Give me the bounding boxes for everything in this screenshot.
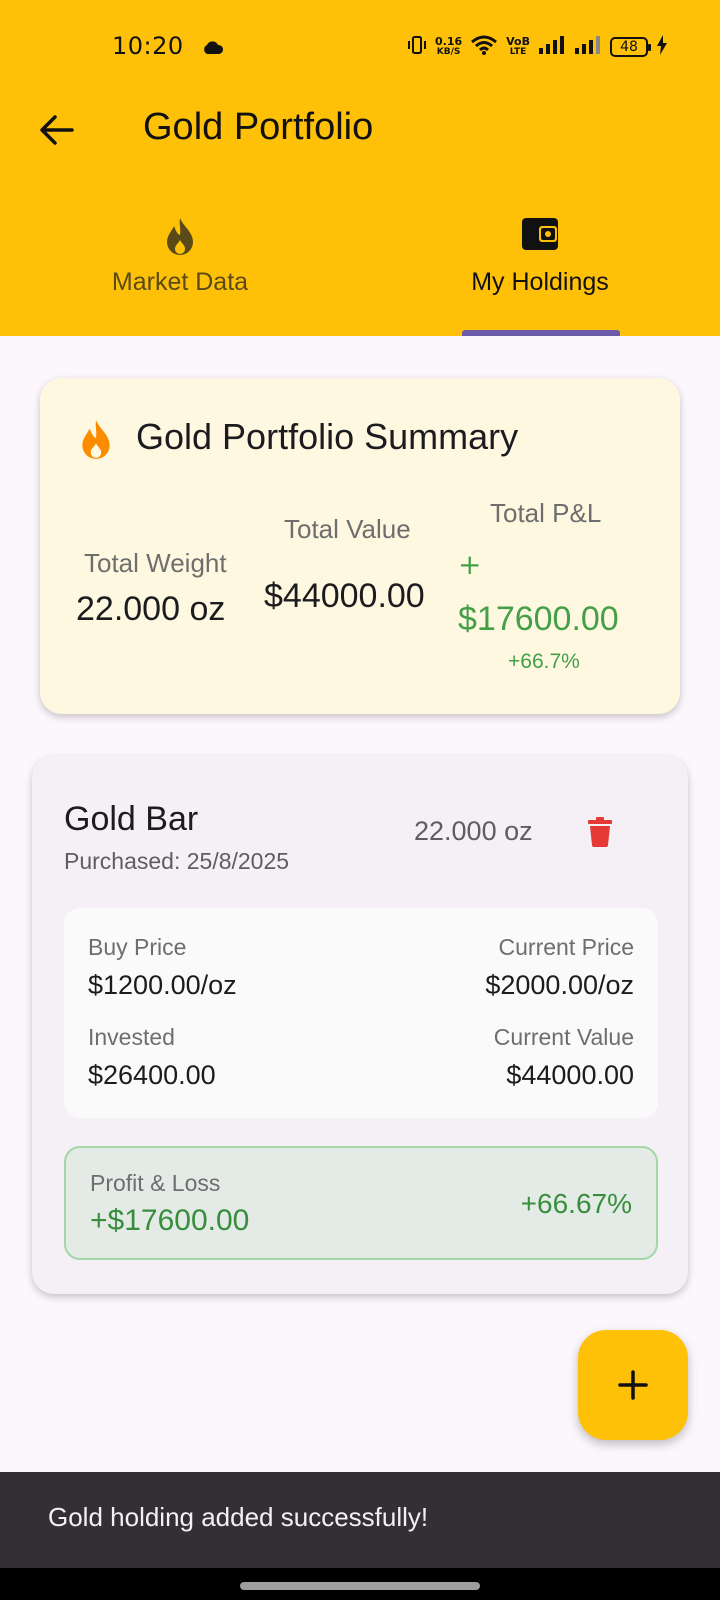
status-time: 10:20 [112, 32, 184, 60]
holding-quantity: 22.000 oz [414, 816, 533, 846]
profit-loss-percent: +66.67% [520, 1188, 632, 1219]
flame-icon [163, 216, 197, 260]
tab-indicator [462, 330, 620, 336]
snackbar: Gold holding added successfully! [0, 1472, 720, 1568]
invested-label: Invested [88, 1024, 175, 1050]
total-pl-percent: +66.7% [508, 650, 580, 673]
network-speed: 0.16 KB/S [435, 36, 462, 58]
total-pl-value: $17600.00 [458, 600, 619, 638]
holding-name: Gold Bar [64, 800, 199, 838]
top-app-bar: 10:20 0.16 KB/S VoB LTE 48 Gold Portfoli… [0, 0, 720, 336]
status-icons: 0.16 KB/S VoB LTE 48 [407, 34, 668, 60]
volte-indicator: VoB LTE [506, 36, 530, 58]
price-details: Buy Price $1200.00/oz Current Price $200… [64, 908, 658, 1118]
add-holding-button[interactable] [578, 1330, 688, 1440]
battery-indicator: 48 [610, 37, 651, 57]
arrow-back-icon [40, 115, 74, 145]
network-speed-unit: KB/S [436, 47, 461, 57]
tab-market-data-label: Market Data [111, 268, 249, 296]
current-price-label: Current Price [498, 934, 634, 960]
cloud-icon [202, 40, 224, 59]
flame-icon [78, 418, 114, 464]
total-pl-label: Total P&L [490, 498, 602, 528]
snackbar-message: Gold holding added successfully! [48, 1502, 429, 1532]
network-speed-value: 0.16 [435, 35, 463, 48]
buy-price-value: $1200.00/oz [88, 970, 237, 1000]
plus-icon [618, 1370, 648, 1400]
back-button[interactable] [30, 104, 82, 156]
summary-title: Gold Portfolio Summary [136, 416, 519, 457]
signal-icon-2 [574, 36, 602, 58]
profit-loss-value: +$17600.00 [90, 1204, 250, 1237]
total-pl-sign: + [458, 548, 482, 581]
holding-purchase-date: Purchased: 25/8/2025 [64, 848, 290, 874]
holding-card[interactable]: Gold Bar Purchased: 25/8/2025 22.000 oz … [32, 756, 688, 1294]
volte-bottom: LTE [509, 47, 527, 57]
page-title: Gold Portfolio [143, 106, 374, 148]
charging-icon [656, 35, 668, 59]
current-price-value: $2000.00/oz [485, 970, 634, 1000]
total-weight-label: Total Weight [84, 548, 227, 578]
total-value-label: Total Value [284, 514, 411, 544]
invested-value: $26400.00 [88, 1060, 216, 1090]
total-weight-value: 22.000 oz [76, 590, 226, 628]
wallet-icon [521, 216, 559, 256]
profit-loss-box: Profit & Loss +$17600.00 +66.67% [64, 1146, 658, 1260]
status-bar: 10:20 0.16 KB/S VoB LTE 48 [0, 0, 720, 96]
delete-holding-button[interactable] [580, 812, 620, 852]
signal-icon [538, 36, 566, 58]
tab-my-holdings-label: My Holdings [471, 268, 609, 296]
vibrate-icon [407, 36, 427, 58]
current-value-label: Current Value [493, 1024, 634, 1050]
total-value-value: $44000.00 [264, 577, 425, 615]
tab-market-data[interactable]: Market Data [0, 212, 360, 336]
portfolio-summary-card: Gold Portfolio Summary Total Weight 22.0… [40, 378, 680, 714]
gesture-handle[interactable] [240, 1582, 480, 1590]
buy-price-label: Buy Price [88, 934, 187, 960]
system-nav-bar [0, 1568, 720, 1600]
wifi-icon [470, 34, 498, 60]
tab-my-holdings[interactable]: My Holdings [360, 212, 720, 336]
current-value-value: $44000.00 [506, 1060, 634, 1090]
profit-loss-label: Profit & Loss [90, 1170, 221, 1196]
trash-icon [588, 817, 612, 847]
volte-top: VoB [506, 35, 530, 48]
